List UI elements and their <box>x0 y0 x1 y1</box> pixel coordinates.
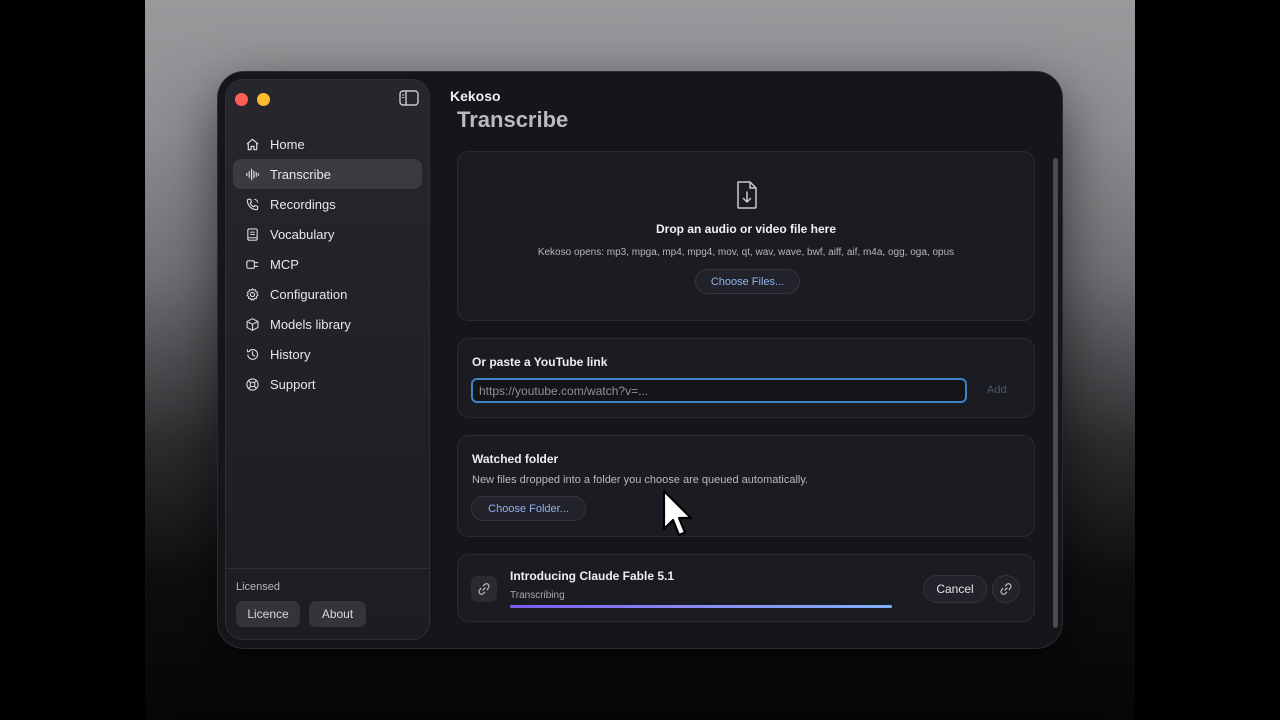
choose-files-button[interactable]: Choose Files... <box>695 269 800 294</box>
job-progress-bar <box>510 605 892 608</box>
sidebar-toggle-icon[interactable] <box>399 90 419 106</box>
watched-folder-description: New files dropped into a folder you choo… <box>472 474 809 486</box>
sidebar-item-history[interactable]: History <box>233 339 422 369</box>
plug-icon <box>244 256 260 272</box>
sidebar-item-label: History <box>270 346 311 362</box>
phone-icon <box>244 196 260 212</box>
job-progress-fill <box>510 605 892 608</box>
sidebar-item-support[interactable]: Support <box>233 369 422 399</box>
sidebar-item-label: Vocabulary <box>270 226 335 242</box>
sidebar-item-label: Home <box>270 136 305 152</box>
sidebar-item-home[interactable]: Home <box>233 129 422 159</box>
transcription-job-card: Introducing Claude Fable 5.1 Transcribin… <box>457 554 1035 622</box>
sidebar-nav: Home Transcribe Recordings Vocabulary MC… <box>233 129 422 399</box>
sidebar-item-label: MCP <box>270 256 299 272</box>
history-icon <box>244 346 260 362</box>
supported-formats-text: Kekoso opens: mp3, mpga, mp4, mpg4, mov,… <box>537 247 955 258</box>
main-scrollbar[interactable] <box>1053 158 1058 628</box>
sidebar-item-label: Configuration <box>270 286 348 302</box>
close-window-button[interactable] <box>235 93 248 106</box>
app-title: Kekoso <box>450 88 501 104</box>
book-icon <box>244 226 260 242</box>
file-drop-zone[interactable]: Drop an audio or video file here Kekoso … <box>457 151 1035 321</box>
page-title: Transcribe <box>457 107 569 132</box>
file-download-icon <box>737 181 757 209</box>
sidebar-item-mcp[interactable]: MCP <box>233 249 422 279</box>
job-status: Transcribing <box>510 590 565 601</box>
home-icon <box>244 136 260 152</box>
app-window: Home Transcribe Recordings Vocabulary MC… <box>218 72 1062 648</box>
watched-folder-label: Watched folder <box>472 452 559 466</box>
minimize-window-button[interactable] <box>257 93 270 106</box>
watched-folder-card: Watched folder New files dropped into a … <box>457 435 1035 537</box>
license-status: Licensed <box>236 581 281 593</box>
link-icon <box>1000 583 1012 595</box>
sidebar-item-vocabulary[interactable]: Vocabulary <box>233 219 422 249</box>
cube-icon <box>244 316 260 332</box>
licence-button[interactable]: Licence <box>236 601 300 627</box>
waveform-icon <box>244 166 260 182</box>
sidebar-item-configuration[interactable]: Configuration <box>233 279 422 309</box>
sidebar-item-recordings[interactable]: Recordings <box>233 189 422 219</box>
sidebar-item-transcribe[interactable]: Transcribe <box>233 159 422 189</box>
youtube-link-label: Or paste a YouTube link <box>472 355 608 369</box>
sidebar-footer: Licensed Licence About <box>226 568 429 639</box>
mouse-cursor-icon <box>662 489 693 537</box>
sidebar: Home Transcribe Recordings Vocabulary MC… <box>225 79 430 640</box>
open-link-button[interactable] <box>992 575 1020 603</box>
about-button[interactable]: About <box>309 601 366 627</box>
choose-folder-button[interactable]: Choose Folder... <box>471 496 586 521</box>
sidebar-item-label: Models library <box>270 316 351 332</box>
sidebar-item-label: Transcribe <box>270 166 331 182</box>
job-title: Introducing Claude Fable 5.1 <box>510 569 675 583</box>
cancel-job-button[interactable]: Cancel <box>923 575 987 603</box>
youtube-link-card: Or paste a YouTube link Add <box>457 338 1035 418</box>
main-content: Kekoso Transcribe Drop an audio or video… <box>430 72 1062 648</box>
gear-icon <box>244 286 260 302</box>
sidebar-item-label: Recordings <box>270 196 336 212</box>
youtube-url-input[interactable] <box>471 378 967 403</box>
lifebuoy-icon <box>244 376 260 392</box>
link-icon <box>471 576 497 602</box>
drop-zone-heading: Drop an audio or video file here <box>655 222 837 236</box>
add-link-button[interactable]: Add <box>987 384 1007 396</box>
sidebar-item-label: Support <box>270 376 316 392</box>
sidebar-item-models-library[interactable]: Models library <box>233 309 422 339</box>
